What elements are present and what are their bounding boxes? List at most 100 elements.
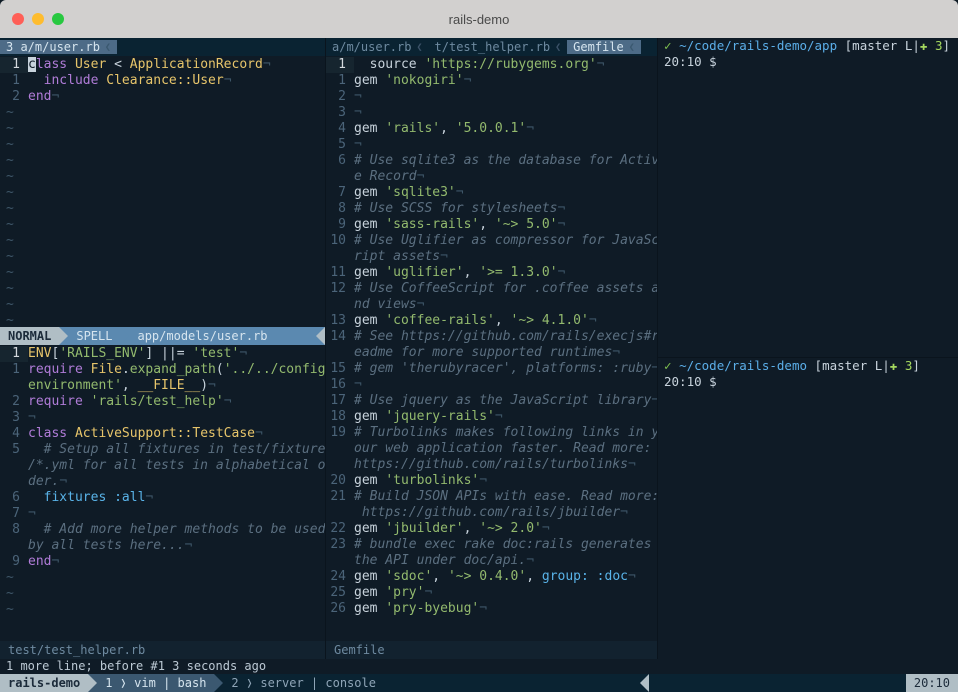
line-content[interactable]: nd views¬: [354, 297, 657, 313]
code-line[interactable]: 2¬: [326, 89, 657, 105]
line-content[interactable]: ¬: [354, 377, 657, 393]
shell-bottom[interactable]: ✓ ~/code/rails-demo [master L|✚ 3] 20:10…: [658, 358, 958, 659]
code-line[interactable]: 7¬: [0, 506, 325, 522]
code-line[interactable]: 2require 'rails/test_help'¬: [0, 394, 325, 410]
line-content[interactable]: # Use SCSS for stylesheets¬: [354, 201, 657, 217]
shell-top[interactable]: ✓ ~/code/rails-demo/app [master L|✚ 3] 2…: [658, 38, 958, 358]
line-content[interactable]: ENV['RAILS_ENV'] ||= 'test'¬: [28, 346, 325, 362]
line-content[interactable]: fixtures :all¬: [28, 490, 325, 506]
line-content[interactable]: ¬: [354, 89, 657, 105]
line-content[interactable]: gem 'sass-rails', '~> 5.0'¬: [354, 217, 657, 233]
code-line[interactable]: https://github.com/rails/turbolinks¬: [326, 457, 657, 473]
line-content[interactable]: ¬: [354, 137, 657, 153]
line-content[interactable]: https://github.com/rails/jbuilder¬: [354, 505, 657, 521]
code-area-gemfile[interactable]: 1 source 'https://rubygems.org'¬1gem 'no…: [326, 56, 657, 641]
line-content[interactable]: ¬: [28, 410, 325, 426]
line-content[interactable]: end¬: [28, 89, 325, 105]
line-content[interactable]: # Use Uglifier as compressor for JavaSc: [354, 233, 657, 249]
vim-middle-pane[interactable]: a/m/user.rb t/test_helper.rb Gemfile 1 s…: [326, 38, 658, 659]
line-content[interactable]: require File.expand_path('../../config/: [28, 362, 325, 378]
line-content[interactable]: gem 'sqlite3'¬: [354, 185, 657, 201]
line-content[interactable]: e Record¬: [354, 169, 657, 185]
line-content[interactable]: class ActiveSupport::TestCase¬: [28, 426, 325, 442]
code-line[interactable]: 22gem 'jbuilder', '~> 2.0'¬: [326, 521, 657, 537]
tmux-window[interactable]: 2 ❭ server | console: [223, 674, 384, 692]
code-line[interactable]: nd views¬: [326, 297, 657, 313]
line-content[interactable]: gem 'turbolinks'¬: [354, 473, 657, 489]
line-content[interactable]: ¬: [354, 105, 657, 121]
code-line[interactable]: by all tests here...¬: [0, 538, 325, 554]
code-line[interactable]: 12# Use CoffeeScript for .coffee assets …: [326, 281, 657, 297]
line-content[interactable]: https://github.com/rails/turbolinks¬: [354, 457, 657, 473]
code-line[interactable]: eadme for more supported runtimes¬: [326, 345, 657, 361]
code-line[interactable]: 3¬: [0, 410, 325, 426]
line-content[interactable]: gem 'jbuilder', '~> 2.0'¬: [354, 521, 657, 537]
code-line[interactable]: 19# Turbolinks makes following links in …: [326, 425, 657, 441]
code-line[interactable]: https://github.com/rails/jbuilder¬: [326, 505, 657, 521]
line-content[interactable]: gem 'nokogiri'¬: [354, 73, 657, 89]
code-line[interactable]: 26gem 'pry-byebug'¬: [326, 601, 657, 617]
code-area-test-helper[interactable]: 1ENV['RAILS_ENV'] ||= 'test'¬1require Fi…: [0, 345, 325, 641]
line-content[interactable]: # Use CoffeeScript for .coffee assets a: [354, 281, 657, 297]
line-content[interactable]: # Build JSON APIs with ease. Read more:: [354, 489, 657, 505]
code-line[interactable]: /*.yml for all tests in alphabetical or: [0, 458, 325, 474]
line-content[interactable]: source 'https://rubygems.org'¬: [354, 57, 657, 73]
line-content[interactable]: ¬: [28, 506, 325, 522]
line-content[interactable]: the API under doc/api.¬: [354, 553, 657, 569]
code-line[interactable]: 6# Use sqlite3 as the database for Activ: [326, 153, 657, 169]
code-line[interactable]: 11gem 'uglifier', '>= 1.3.0'¬: [326, 265, 657, 281]
code-line[interactable]: 23# bundle exec rake doc:rails generates: [326, 537, 657, 553]
line-content[interactable]: gem 'uglifier', '>= 1.3.0'¬: [354, 265, 657, 281]
code-line[interactable]: 1 source 'https://rubygems.org'¬: [326, 57, 657, 73]
code-line[interactable]: 7gem 'sqlite3'¬: [326, 185, 657, 201]
code-line[interactable]: der.¬: [0, 474, 325, 490]
line-content[interactable]: end¬: [28, 554, 325, 570]
line-content[interactable]: gem 'pry-byebug'¬: [354, 601, 657, 617]
code-line[interactable]: 21# Build JSON APIs with ease. Read more…: [326, 489, 657, 505]
code-line[interactable]: 4class ActiveSupport::TestCase¬: [0, 426, 325, 442]
window-titlebar[interactable]: rails-demo: [0, 0, 958, 38]
line-content[interactable]: /*.yml for all tests in alphabetical or: [28, 458, 325, 474]
tab-test-helper[interactable]: t/test_helper.rb: [429, 40, 568, 54]
line-content[interactable]: # Use jquery as the JavaScript library¬: [354, 393, 657, 409]
line-content[interactable]: # gem 'therubyracer', platforms: :ruby¬: [354, 361, 657, 377]
code-line[interactable]: 17# Use jquery as the JavaScript library…: [326, 393, 657, 409]
code-line[interactable]: 3¬: [326, 105, 657, 121]
close-icon[interactable]: [12, 13, 24, 25]
code-line[interactable]: 24gem 'sdoc', '~> 0.4.0', group: :doc¬: [326, 569, 657, 585]
line-content[interactable]: include Clearance::User¬: [28, 73, 325, 89]
code-line[interactable]: 8# Use SCSS for stylesheets¬: [326, 201, 657, 217]
code-line[interactable]: 9end¬: [0, 554, 325, 570]
code-line[interactable]: 16¬: [326, 377, 657, 393]
code-line[interactable]: 4gem 'rails', '5.0.0.1'¬: [326, 121, 657, 137]
code-line[interactable]: 13gem 'coffee-rails', '~> 4.1.0'¬: [326, 313, 657, 329]
code-line[interactable]: 18gem 'jquery-rails'¬: [326, 409, 657, 425]
line-content[interactable]: # See https://github.com/rails/execjs#r: [354, 329, 657, 345]
tab-user-rb[interactable]: 3 a/m/user.rb: [0, 40, 117, 54]
line-content[interactable]: # Turbolinks makes following links in y: [354, 425, 657, 441]
line-content[interactable]: der.¬: [28, 474, 325, 490]
line-content[interactable]: gem 'jquery-rails'¬: [354, 409, 657, 425]
code-line[interactable]: 1gem 'nokogiri'¬: [326, 73, 657, 89]
tab-user-rb[interactable]: a/m/user.rb: [326, 40, 429, 54]
vim-left-pane[interactable]: 3 a/m/user.rb 1class User < ApplicationR…: [0, 38, 326, 659]
line-content[interactable]: # Use sqlite3 as the database for Activ: [354, 153, 657, 169]
code-line[interactable]: 2end¬: [0, 89, 325, 105]
code-line[interactable]: the API under doc/api.¬: [326, 553, 657, 569]
code-line[interactable]: environment', __FILE__)¬: [0, 378, 325, 394]
line-content[interactable]: environment', __FILE__)¬: [28, 378, 325, 394]
line-content[interactable]: gem 'coffee-rails', '~> 4.1.0'¬: [354, 313, 657, 329]
minimize-icon[interactable]: [32, 13, 44, 25]
line-content[interactable]: gem 'sdoc', '~> 0.4.0', group: :doc¬: [354, 569, 657, 585]
tmux-window-active[interactable]: 1 ❭ vim | bash: [97, 674, 214, 692]
line-content[interactable]: eadme for more supported runtimes¬: [354, 345, 657, 361]
code-line[interactable]: 25gem 'pry'¬: [326, 585, 657, 601]
code-line[interactable]: 6 fixtures :all¬: [0, 490, 325, 506]
code-line[interactable]: 5¬: [326, 137, 657, 153]
code-line[interactable]: 9gem 'sass-rails', '~> 5.0'¬: [326, 217, 657, 233]
code-line[interactable]: 1require File.expand_path('../../config/: [0, 362, 325, 378]
code-line[interactable]: 10# Use Uglifier as compressor for JavaS…: [326, 233, 657, 249]
line-content[interactable]: gem 'rails', '5.0.0.1'¬: [354, 121, 657, 137]
code-line[interactable]: our web application faster. Read more:: [326, 441, 657, 457]
code-line[interactable]: 8 # Add more helper methods to be used: [0, 522, 325, 538]
